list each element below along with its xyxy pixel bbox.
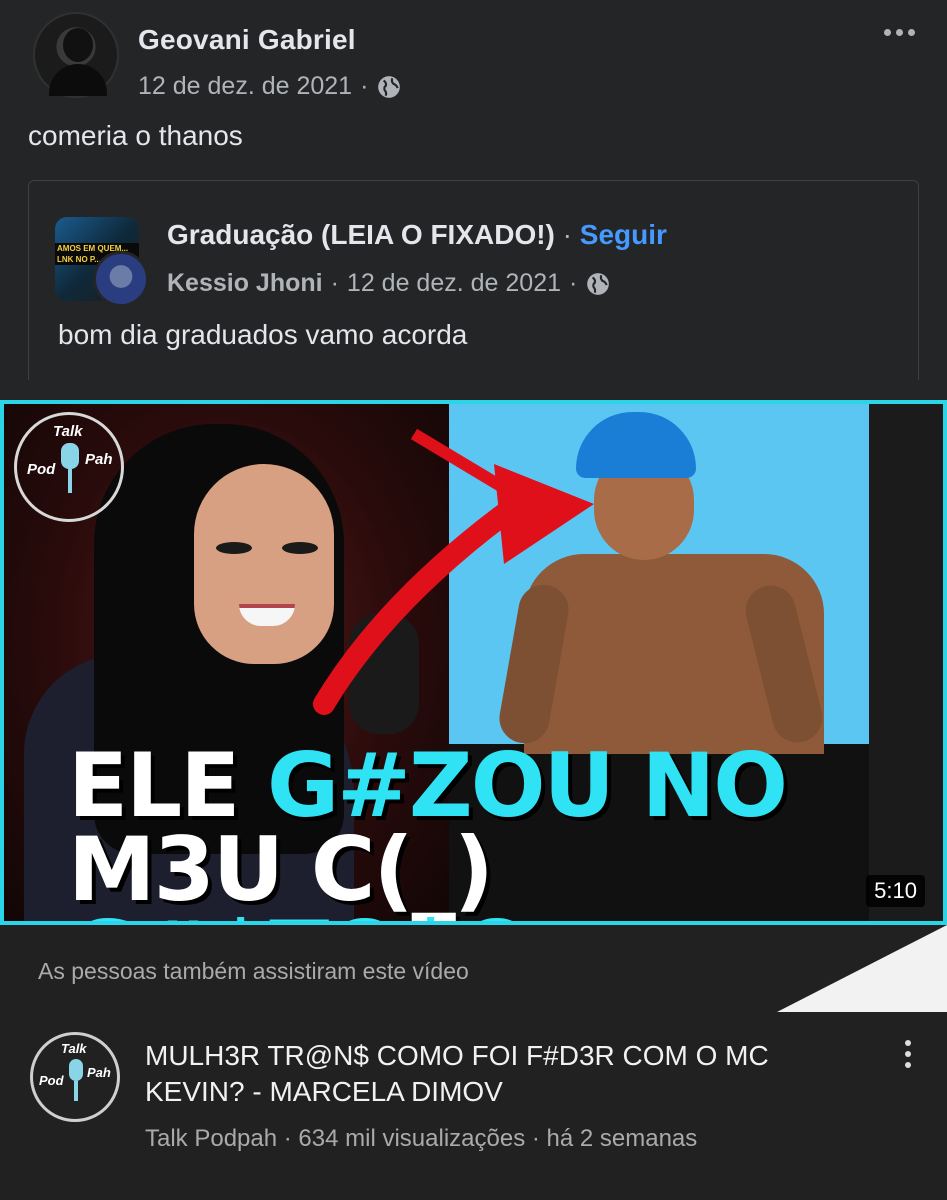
also-watched-bar: As pessoas também assistiram este vídeo (0, 925, 947, 1012)
headline-line-2: M3U C(_) G#$TO$O (68, 826, 943, 922)
channel-logo-text-pah: Pah (87, 1065, 111, 1080)
logo-text-pod: Pod (27, 461, 56, 478)
author-avatar[interactable] (33, 12, 119, 98)
more-horizontal-icon (883, 28, 891, 36)
video-thumbnail[interactable]: Talk Pod Pah ELE G#ZOU NO M3U C(_) G#$TO… (0, 400, 947, 925)
youtube-video-card[interactable]: Talk Pod Pah MULH3R TR@N$ COMO FOI F#D3R… (0, 1012, 947, 1200)
channel-logo-text-pod: Pod (39, 1073, 64, 1088)
logo-text-pah: Pah (85, 451, 113, 468)
group-separator: · (562, 219, 572, 250)
follow-button[interactable]: Seguir (580, 219, 667, 250)
headline-2-cyan: G#$TO$O (68, 902, 534, 922)
shared-meta-separator-2: · (569, 269, 578, 297)
avatar-head-shape (63, 28, 93, 62)
post-text: comeria o thanos (28, 120, 243, 151)
globe-icon (587, 272, 610, 295)
also-watched-text: As pessoas também assistiram este vídeo (38, 958, 469, 984)
author-name[interactable]: Geovani Gabriel (138, 24, 356, 56)
more-options-button[interactable] (879, 20, 919, 44)
shared-meta-separator: · (330, 269, 339, 297)
shared-post-author[interactable]: Kessio Jhoni (167, 269, 323, 298)
video-menu-button[interactable] (900, 1040, 916, 1080)
video-title[interactable]: MULH3R TR@N$ COMO FOI F#D3R COM O MC KEV… (145, 1038, 865, 1110)
group-name[interactable]: Graduação (LEIA O FIXADO!) (167, 219, 555, 250)
globe-icon (378, 75, 401, 98)
shared-author-avatar[interactable] (93, 251, 149, 307)
shared-post-date[interactable]: 12 de dez. de 2021 (347, 269, 561, 298)
shared-post-meta: Kessio Jhoni · 12 de dez. de 2021 · (167, 269, 611, 298)
avatar-body-shape (49, 64, 107, 96)
headline-line-1: ELE G#ZOU NO (68, 742, 943, 830)
channel-logo-text-talk: Talk (61, 1041, 87, 1056)
microphone-stand-icon (74, 1081, 78, 1101)
post-meta: 12 de dez. de 2021 · (138, 72, 402, 101)
woman-eye-left (216, 542, 252, 554)
shared-post-text: bom dia graduados vamo acorda (58, 319, 468, 350)
meta-separator: · (360, 72, 369, 100)
shared-post-card[interactable]: AMOS EM QUEM... LNK NO P... Graduação (L… (28, 180, 919, 380)
group-name-line: Graduação (LEIA O FIXADO!) · Seguir (167, 219, 667, 251)
talk-podpah-logo: Talk Pod Pah (14, 412, 124, 522)
more-vertical-icon (905, 1040, 911, 1046)
corner-shape (777, 925, 947, 1012)
microphone-icon (69, 1059, 83, 1081)
channel-avatar[interactable]: Talk Pod Pah (30, 1032, 120, 1122)
video-duration-badge: 5:10 (866, 875, 925, 907)
logo-text-talk: Talk (53, 423, 83, 440)
video-meta: Talk Podpah · 634 mil visualizações · há… (145, 1125, 698, 1152)
microphone-stand-icon (68, 469, 72, 493)
post-date[interactable]: 12 de dez. de 2021 (138, 72, 352, 101)
red-arrow-icon (313, 428, 594, 715)
thumbnail-headline: ELE G#ZOU NO M3U C(_) G#$TO$O (68, 742, 943, 922)
microphone-icon (61, 443, 79, 469)
